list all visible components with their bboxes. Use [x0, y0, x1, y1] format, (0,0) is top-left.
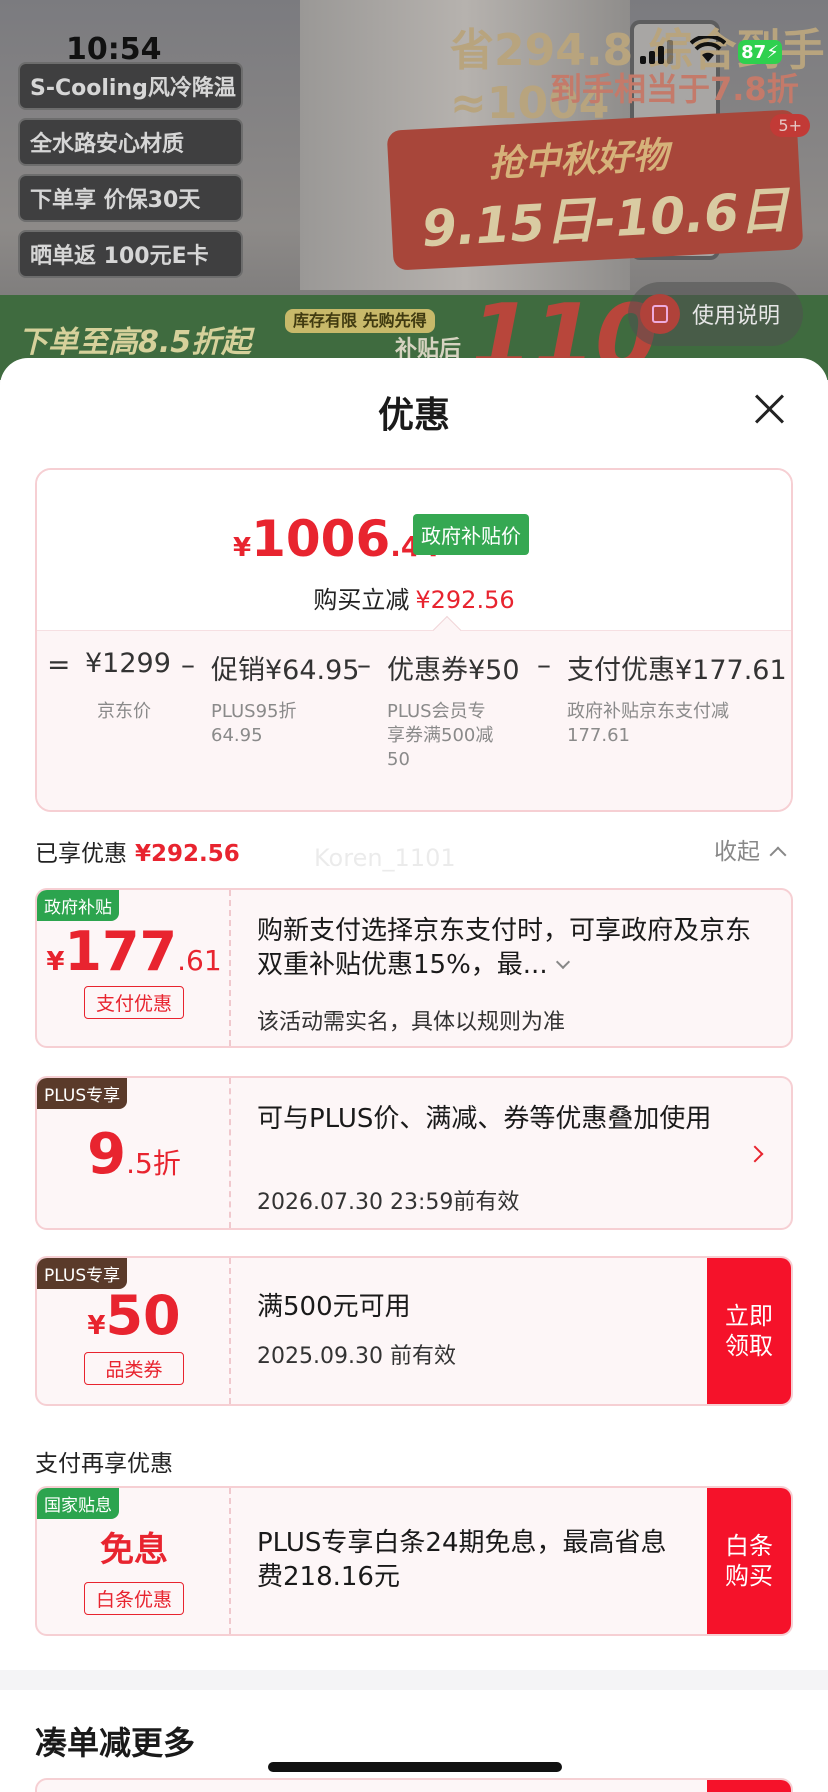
- breakdown-label: PLUS95折 64.95: [211, 701, 297, 746]
- enjoyed-discount: 已享优惠 ¥292.56: [35, 834, 240, 868]
- discount-sheet: 优惠 ¥1006.44 政府补贴价 购买立减¥292.56 = ¥1299 京东…: [0, 358, 828, 1792]
- coupon-interest-free: 国家贴息 免息 白条优惠 PLUS专享白条24期免息，最高省息费218.16元 …: [35, 1486, 793, 1636]
- coupon-amount-int: 177: [64, 920, 178, 983]
- next-coupon-button[interactable]: [707, 1780, 791, 1792]
- status-bar: 10:54 87 ⚡: [0, 0, 828, 100]
- minus-sign: –: [537, 648, 551, 681]
- watermark: Koren_1101: [314, 844, 456, 872]
- collapse-label: 收起: [714, 839, 760, 865]
- coupon-description: 购新支付选择京东支付时，可享政府及京东双重补贴优惠15%，最...: [257, 914, 757, 982]
- coupon-currency: ¥: [46, 947, 65, 977]
- coupon-description: 满500元可用: [257, 1292, 411, 1322]
- sheet-title: 优惠: [377, 395, 450, 436]
- final-price: ¥1006.44: [233, 510, 440, 568]
- coupon-currency: ¥: [87, 1311, 106, 1341]
- coupon-description: PLUS专享白条24期免息，最高省息费218.16元: [257, 1528, 667, 1592]
- collapse-button[interactable]: 收起: [714, 832, 787, 866]
- enjoyed-discount-label: 已享优惠: [35, 841, 127, 867]
- baitiao-buy-label: 白条购买: [725, 1532, 773, 1590]
- instant-discount: 购买立减 ¥292.56: [37, 580, 791, 615]
- subsidy-strip-tag: 库存有限 先购先得: [285, 309, 435, 333]
- usage-guide-button[interactable]: 使用说明: [628, 282, 803, 346]
- feature-tag: 晒单返 100元E卡: [18, 230, 243, 278]
- coupon-amount-int: 50: [105, 1284, 181, 1347]
- coupon-amount-dec: .61: [177, 944, 222, 977]
- coupon-amount: ¥50: [37, 1284, 231, 1347]
- coupon-description: 可与PLUS价、满减、券等优惠叠加使用: [257, 1104, 712, 1134]
- image-count-badge: 5+: [770, 114, 810, 137]
- coupon-amount-int: 9: [87, 1122, 127, 1187]
- home-indicator[interactable]: [268, 1762, 562, 1772]
- coupon-amount-dec: .5折: [126, 1147, 181, 1180]
- claim-coupon-button[interactable]: 立即领取: [707, 1258, 791, 1404]
- coupon-validity: 2025.09.30 前有效: [257, 1344, 456, 1369]
- instant-discount-label: 购买立减: [313, 586, 410, 614]
- claim-coupon-label: 立即领取: [725, 1302, 773, 1360]
- coupon-amount: 免息: [100, 1530, 168, 1570]
- coupon-description-text: 购新支付选择京东支付时，可享政府及京东双重补贴优惠15%，最...: [257, 916, 752, 980]
- breakdown-value: ¥1299: [85, 648, 171, 679]
- coupon-type-label: 支付优惠: [84, 986, 184, 1019]
- instant-discount-amount: ¥292.56: [415, 586, 515, 614]
- feature-tag: 下单享 价保30天: [18, 174, 243, 222]
- price-summary-card: ¥1006.44 政府补贴价 购买立减¥292.56 = ¥1299 京东价 –…: [35, 468, 793, 812]
- coupon-badge: PLUS专享: [37, 1078, 128, 1109]
- breakdown-label: PLUS会员专 享券满500减 50: [387, 701, 494, 770]
- breakdown-label: 京东价: [97, 701, 151, 722]
- coupon-plus-discount[interactable]: PLUS专享 9.5折 可与PLUS价、满减、券等优惠叠加使用 2026.07.…: [35, 1076, 793, 1230]
- chevron-up-icon: [769, 846, 787, 864]
- next-coupon-card[interactable]: [35, 1778, 793, 1792]
- battery-level: 87: [741, 41, 767, 63]
- status-time: 10:54: [66, 32, 162, 67]
- coupon-type-label: 品类券: [84, 1352, 184, 1385]
- minus-sign: –: [357, 648, 371, 681]
- gov-subsidy-price-tag: 政府补贴价: [413, 514, 529, 555]
- coupon-note: 该活动需实名，具体以规则为准: [257, 1010, 566, 1035]
- chevron-right-icon[interactable]: [746, 1145, 764, 1163]
- breakdown-value: 支付优惠¥177.61: [567, 655, 787, 686]
- guide-icon: [640, 294, 680, 334]
- coupon-type-label: 白条优惠: [84, 1582, 184, 1615]
- coupon-amount: 9.5折: [37, 1122, 231, 1187]
- coupon-gov-subsidy[interactable]: 政府补贴 ¥177.61 支付优惠 购新支付选择京东支付时，可享政府及京东双重补…: [35, 888, 793, 1048]
- currency-symbol: ¥: [233, 533, 252, 563]
- coupon-validity: 2026.07.30 23:59前有效: [257, 1190, 520, 1215]
- minus-sign: –: [181, 648, 195, 681]
- subsidy-strip-text: 下单至高8.5折起: [18, 325, 252, 360]
- coupon-badge: 政府补贴: [37, 890, 119, 921]
- breakdown-value: 优惠券¥50: [387, 655, 520, 686]
- coupon-badge: 国家贴息: [37, 1488, 119, 1519]
- pay-more-section-title: 支付再享优惠: [35, 1451, 173, 1477]
- usage-guide-label: 使用说明: [692, 304, 781, 329]
- cellular-signal-icon: [640, 40, 673, 64]
- baitiao-buy-button[interactable]: 白条购买: [707, 1488, 791, 1634]
- close-icon[interactable]: [748, 388, 790, 430]
- chevron-down-icon[interactable]: [555, 954, 570, 970]
- breakdown-value: 促销¥64.95: [211, 655, 360, 686]
- battery-icon: 87 ⚡: [738, 40, 782, 64]
- enjoyed-discount-amount: ¥292.56: [135, 841, 240, 867]
- wifi-icon: [690, 36, 726, 62]
- section-divider: [0, 1670, 828, 1690]
- breakdown-label: 政府补贴京东支付减 177.61: [567, 701, 729, 746]
- feature-tag: 全水路安心材质: [18, 118, 243, 166]
- coupon-amount: ¥177.61: [37, 920, 231, 983]
- promo-event-dates: 9.15日-10.6日: [420, 180, 791, 259]
- coupon-category: PLUS专享 ¥50 品类券 满500元可用 2025.09.30 前有效 立即…: [35, 1256, 793, 1406]
- promo-event-banner: 抢中秋好物 9.15日-10.6日: [386, 109, 804, 271]
- equals-sign: =: [47, 648, 71, 681]
- price-integer: 1006: [251, 510, 391, 568]
- more-deals-title: 凑单减更多: [35, 1724, 196, 1762]
- price-summary-top: ¥1006.44 政府补贴价 购买立减¥292.56: [37, 470, 791, 630]
